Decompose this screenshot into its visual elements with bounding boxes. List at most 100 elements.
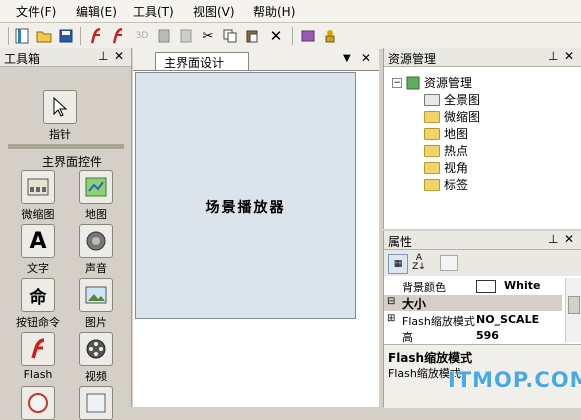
folder-icon [424, 110, 440, 123]
menu-edit[interactable]: 编辑(E) [76, 3, 117, 20]
tree-item-thumbnail[interactable]: 微缩图 [424, 108, 480, 125]
section-divider [8, 144, 124, 149]
tool-button-command[interactable]: 命 按钮命令 [14, 278, 62, 330]
canvas-title: 场景播放器 [205, 200, 286, 216]
map-icon [79, 170, 113, 204]
delete-icon[interactable]: ✕ [266, 26, 286, 46]
collapse-icon[interactable]: ⊟ [387, 296, 395, 307]
section-label: 主界面控件 [42, 155, 103, 169]
resource-manager-panel: 资源管理 ⊥ ✕ − 资源管理 全景图 微缩图 地图 热点 视角 标签 [383, 48, 581, 229]
properties-header: 属性 ⊥ ✕ [384, 231, 581, 250]
close-icon[interactable]: ✕ [564, 49, 574, 63]
tree-item-label: 地图 [444, 127, 469, 141]
watermark: ITMOP.COM [448, 368, 581, 392]
tree-item-label: 视角 [444, 161, 469, 175]
menu-file[interactable]: 文件(F) [16, 3, 56, 20]
tree-root-label: 资源管理 [424, 76, 473, 90]
prop-row-flash-scale[interactable]: ⊞ Flash缩放模式 NO_SCALE [384, 312, 562, 328]
pin-icon[interactable]: ⊥ [98, 49, 108, 63]
folder-icon [424, 178, 440, 191]
image-icon [79, 278, 113, 312]
prop-row-height[interactable]: 高 596 [384, 328, 562, 344]
prop-category-size[interactable]: ⊟ 大小 [384, 295, 562, 311]
tree-item-panorama[interactable]: 全景图 [424, 91, 480, 108]
tree-root[interactable]: − 资源管理 [392, 74, 472, 91]
tool-text-label: 文字 [27, 262, 49, 275]
prop-name: 背景颜色 [402, 281, 446, 294]
close-icon[interactable]: ✕ [114, 49, 124, 63]
panorama-icon [424, 93, 440, 106]
list-icon [79, 386, 113, 420]
prop-row-bgcolor[interactable]: 背景颜色 White [384, 278, 562, 294]
tool-thumbnail-label: 微缩图 [21, 208, 55, 221]
save-icon[interactable] [56, 26, 76, 46]
tree-item-view[interactable]: 视角 [424, 159, 468, 176]
tool-text[interactable]: A 文字 [14, 224, 62, 276]
stamp-icon[interactable] [320, 26, 340, 46]
new-file-icon[interactable] [12, 26, 32, 46]
expand-icon[interactable]: ⊞ [387, 313, 395, 324]
menu-help[interactable]: 帮助(H) [253, 3, 295, 20]
property-scrollbar[interactable] [565, 278, 581, 342]
tool-pointer[interactable]: 指针 [36, 90, 84, 142]
tree-item-hotspot[interactable]: 热点 [424, 142, 468, 159]
close-icon[interactable]: ✕ [564, 232, 574, 246]
tool-compass[interactable] [14, 386, 62, 420]
prop-category-name: 大小 [402, 297, 427, 311]
prop-name: Flash缩放模式 [402, 315, 475, 328]
tool-map[interactable]: 地图 [72, 170, 120, 222]
open-folder-icon[interactable] [34, 26, 54, 46]
cut-icon[interactable]: ✂ [198, 26, 218, 46]
tool-image[interactable]: 图片 [72, 278, 120, 330]
tool-sound[interactable]: 声音 [72, 224, 120, 276]
menu-tools[interactable]: 工具(T) [133, 3, 174, 20]
flash-export-icon[interactable] [108, 26, 128, 46]
editor-area: 主界面设计 ▼ ✕ 场景播放器 [133, 48, 379, 407]
command-icon: 命 [21, 278, 55, 312]
tree-item-label-folder[interactable]: 标签 [424, 176, 468, 193]
video-icon [79, 332, 113, 366]
copy-icon[interactable] [220, 26, 240, 46]
sound-icon [79, 224, 113, 258]
paste-icon[interactable] [242, 26, 262, 46]
tab-close-icon[interactable]: ✕ [361, 51, 371, 65]
prop-value: NO_SCALE [476, 313, 540, 326]
tool-flash[interactable]: Flash [14, 332, 62, 381]
tab-dropdown-icon[interactable]: ▼ [343, 53, 351, 64]
tree-item-label: 标签 [444, 178, 469, 192]
resource-manager-header: 资源管理 ⊥ ✕ [384, 48, 581, 67]
tree-item-map[interactable]: 地图 [424, 125, 468, 142]
tool-thumbnail[interactable]: 微缩图 [14, 170, 62, 222]
design-canvas[interactable]: 场景播放器 [135, 72, 356, 319]
properties-toolbar: ▦ A Z↓ [384, 250, 581, 276]
scrollbar-thumb[interactable] [568, 296, 580, 314]
compass-icon [21, 386, 55, 420]
pin-icon[interactable]: ⊥ [548, 49, 558, 63]
property-pages-icon[interactable] [440, 255, 458, 271]
tool-flash-label: Flash [23, 368, 53, 381]
folder-icon [424, 161, 440, 174]
flash-icon[interactable] [86, 26, 106, 46]
tool-video[interactable]: 视频 [72, 332, 120, 384]
collapse-icon[interactable]: − [392, 77, 402, 88]
tool-list[interactable] [72, 386, 120, 420]
tool-image-label: 图片 [85, 316, 107, 329]
prop-value: 596 [476, 329, 499, 342]
properties-title: 属性 [388, 235, 413, 249]
book-icon[interactable] [298, 26, 318, 46]
tree-item-label: 热点 [444, 144, 469, 158]
sort-alpha-icon[interactable]: A Z↓ [410, 254, 428, 272]
disk-icon[interactable] [154, 26, 174, 46]
tab-main-design[interactable]: 主界面设计 [155, 52, 249, 70]
categorized-icon[interactable]: ▦ [388, 254, 408, 274]
tool-button-command-label: 按钮命令 [16, 316, 60, 329]
menu-view[interactable]: 视图(V) [193, 3, 235, 20]
resource-root-icon [406, 76, 420, 89]
document-icon[interactable] [176, 26, 196, 46]
tab-label: 主界面设计 [164, 56, 225, 70]
pin-icon[interactable]: ⊥ [548, 232, 558, 246]
tool-pointer-label: 指针 [49, 128, 71, 141]
tool-sound-label: 声音 [85, 262, 107, 275]
3d-icon[interactable]: 3D [132, 26, 152, 46]
resource-manager-title: 资源管理 [388, 52, 437, 66]
